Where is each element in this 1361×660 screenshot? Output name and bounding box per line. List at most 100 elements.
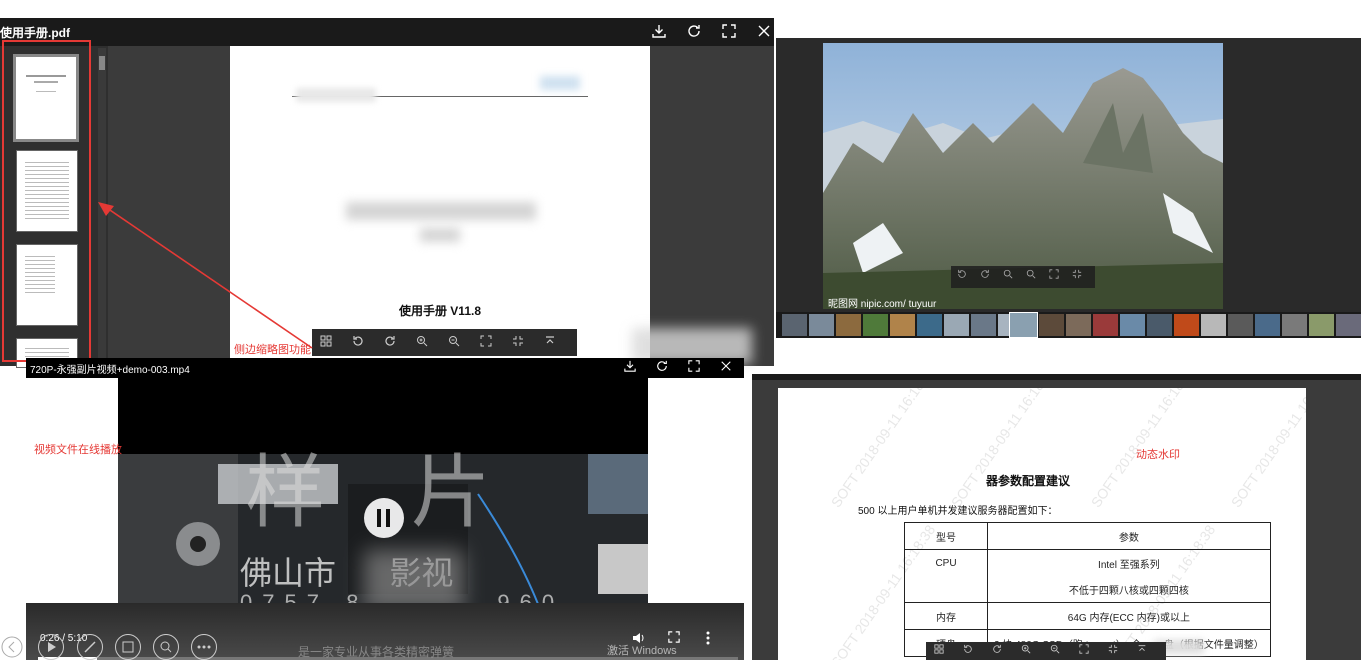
thumbnail-highlight-box [2, 40, 91, 362]
film-thumb[interactable] [1093, 314, 1118, 336]
film-thumb[interactable] [1039, 314, 1064, 336]
pdf-titlebar: 使用手册.pdf [0, 18, 774, 46]
rotate-right-icon[interactable] [992, 644, 1008, 660]
pdf-toolbar [312, 329, 577, 356]
document-page: SOFT 2018-09-11 16:18:38 SOFT 2018-09-11… [778, 388, 1306, 660]
thumbnail-toggle-icon[interactable] [934, 644, 950, 660]
fit-page-icon[interactable] [1049, 269, 1065, 285]
film-thumb[interactable] [971, 314, 996, 336]
grid-circle-icon[interactable] [115, 634, 141, 660]
thumbnail-scroll-handle[interactable] [99, 56, 105, 70]
video-fullscreen-icon[interactable] [668, 631, 684, 647]
image-toolbar [951, 266, 1095, 288]
scroll-top-icon[interactable] [1137, 644, 1153, 660]
thumbnail-toggle-icon[interactable] [320, 335, 336, 351]
blurred-header-text [296, 88, 376, 102]
doc-toolbar [926, 642, 1166, 660]
film-thumb[interactable] [1309, 314, 1334, 336]
pause-icon [377, 509, 381, 527]
zoom-in-icon[interactable] [1021, 644, 1037, 660]
film-thumb[interactable] [944, 314, 969, 336]
image-filmstrip[interactable] [776, 312, 1361, 338]
table-row: 不低于四颗八核或四颗四核 [904, 576, 1271, 603]
fit-page-icon[interactable] [480, 335, 496, 351]
volume-icon[interactable] [632, 631, 648, 647]
table-cell: CPU [904, 549, 988, 576]
table-cell [904, 576, 988, 603]
film-thumb[interactable] [836, 314, 861, 336]
zoom-out-icon[interactable] [1026, 269, 1042, 285]
rotate-left-icon[interactable] [957, 269, 973, 285]
fullscreen-icon[interactable] [722, 24, 738, 40]
more-options-icon[interactable] [702, 631, 718, 647]
fullscreen-icon[interactable] [688, 360, 704, 376]
rotate-left-icon[interactable] [352, 335, 368, 351]
film-thumb[interactable] [1282, 314, 1307, 336]
image-viewer: 昵图网 nipic.com/ tuyuur [776, 38, 1361, 338]
back-nav[interactable] [0, 630, 26, 660]
film-thumb[interactable] [809, 314, 834, 336]
film-thumb[interactable] [1255, 314, 1280, 336]
blurred-studio-name [364, 550, 464, 610]
zoom-out-icon[interactable] [448, 335, 464, 351]
play-circle-icon[interactable] [38, 634, 64, 660]
watermark-text: SOFT 2018-09-11 16:18:38 [1227, 388, 1306, 511]
annotation-arrow [98, 202, 313, 349]
film-thumb[interactable] [1174, 314, 1199, 336]
table-row: CPU Intel 至强系列 [904, 549, 1271, 576]
film-thumb[interactable] [917, 314, 942, 336]
pdf-file-title: 使用手册.pdf [0, 26, 70, 40]
film-thumb[interactable] [1147, 314, 1172, 336]
fit-width-icon[interactable] [1072, 269, 1088, 285]
fit-page-icon[interactable] [1079, 644, 1095, 660]
table-header-cell: 参数 [987, 522, 1271, 550]
rotate-right-icon[interactable] [980, 269, 996, 285]
zoom-out-icon[interactable] [1050, 644, 1066, 660]
table-cell: 64G 内存(ECC 内存)或以上 [987, 602, 1271, 630]
close-icon[interactable] [757, 24, 773, 40]
film-thumb[interactable] [1336, 314, 1361, 336]
film-thumb[interactable] [1066, 314, 1091, 336]
watermark-text: SOFT 2018-09-11 16:18:38 [827, 388, 939, 511]
refresh-icon[interactable] [656, 360, 672, 376]
film-thumb-active[interactable] [1009, 312, 1038, 338]
blurred-logo [540, 76, 580, 90]
film-thumb[interactable] [863, 314, 888, 336]
watermark-text: SOFT 2018-09-11 16:18:38 [947, 388, 1059, 511]
film-thumb[interactable] [1201, 314, 1226, 336]
blurred-document-title [346, 202, 536, 220]
zoom-in-icon[interactable] [416, 335, 432, 351]
refresh-icon[interactable] [687, 24, 703, 40]
rotate-right-icon[interactable] [384, 335, 400, 351]
blurred-subtitle [420, 228, 460, 242]
doc-heading: 器参数配置建议 [985, 474, 1070, 488]
download-icon[interactable] [652, 24, 668, 40]
annotation-thumbnail: 侧边缩略图功能 [234, 344, 311, 356]
video-file-title: 720P-永强副片视频+demo-003.mp4 [30, 365, 190, 376]
pause-button[interactable] [364, 498, 404, 538]
more-circle-icon[interactable] [191, 634, 217, 660]
film-thumb[interactable] [1228, 314, 1253, 336]
video-player: 720P-永强副片视频+demo-003.mp4 样 片 佛山市 影视 0757… [26, 358, 744, 660]
film-thumb[interactable] [1120, 314, 1145, 336]
table-header-cell: 型号 [904, 522, 988, 550]
close-icon[interactable] [720, 360, 736, 376]
table-header-row: 型号 参数 [904, 522, 1271, 550]
fit-width-icon[interactable] [1108, 644, 1124, 660]
table-cell: Intel 至强系列 [987, 549, 1271, 576]
search-circle-icon[interactable] [153, 634, 179, 660]
zoom-in-icon[interactable] [1003, 269, 1019, 285]
video-right-margin [648, 378, 744, 603]
annotation-watermark: 动态水印 [1136, 449, 1180, 461]
table-cell: 不低于四颗八核或四颗四核 [987, 576, 1271, 603]
edit-circle-icon[interactable] [77, 634, 103, 660]
film-thumb[interactable] [890, 314, 915, 336]
film-thumb[interactable] [782, 314, 807, 336]
scroll-top-icon[interactable] [544, 335, 560, 351]
image-caption: 昵图网 nipic.com/ tuyuur [828, 299, 937, 310]
video-titlebar: 720P-永强副片视频+demo-003.mp4 [26, 358, 744, 378]
fit-width-icon[interactable] [512, 335, 528, 351]
download-icon[interactable] [624, 360, 640, 376]
doc-intro: 500 以上用户单机并发建议服务器配置如下： [858, 506, 1058, 517]
rotate-left-icon[interactable] [963, 644, 979, 660]
